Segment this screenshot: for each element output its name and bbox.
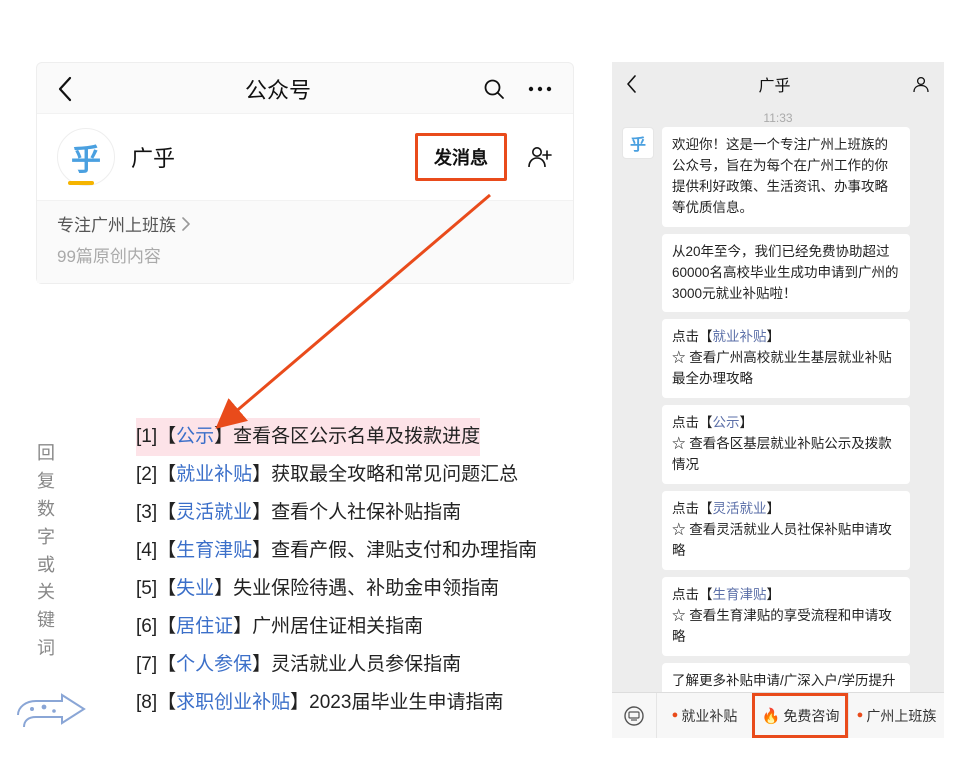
reply-item-index: [4] (136, 540, 157, 561)
message-text: 从20年至今，我们已经免费协助超过60000名高校毕业生成功申请到广州的3000… (672, 244, 899, 301)
reply-item-text: 查看产假、津贴支付和办理指南 (271, 540, 537, 561)
account-tagline-row[interactable]: 专注广州上班族 (57, 211, 553, 236)
keyboard-toggle-icon[interactable] (612, 705, 656, 727)
reply-item-index: [8] (136, 692, 157, 713)
keyword-reply-item[interactable]: [8]【求职创业补贴】2023届毕业生申请指南 (136, 684, 537, 722)
decorative-cheese-arrow-icon (14, 691, 94, 744)
send-message-button[interactable]: 发消息 (415, 133, 507, 181)
chat-message: 了解更多补贴申请/广深入户/学历提升等资讯，可直接联系我们咨询♡ (622, 663, 934, 692)
reply-item-index: [2] (136, 464, 157, 485)
reply-item-keyword: 灵活就业 (176, 502, 252, 523)
message-text: 点击【 (672, 501, 713, 516)
keyword-reply-item[interactable]: [1]【公示】查看各区公示名单及拨款进度 (136, 418, 480, 456)
message-text: 点击【 (672, 415, 713, 430)
chat-message: 从20年至今，我们已经免费协助超过60000名高校毕业生成功申请到广州的3000… (622, 234, 934, 313)
chat-avatar[interactable]: 乎 (622, 127, 654, 159)
menu-item-label: 就业补贴 (681, 706, 737, 726)
keyword-reply-item[interactable]: [2]【就业补贴】获取最全攻略和常见问题汇总 (136, 456, 537, 494)
chat-timestamp: 11:33 (612, 106, 944, 127)
back-icon[interactable] (626, 75, 637, 93)
avatar-glyph: 乎 (71, 135, 101, 179)
keyword-reply-item[interactable]: [3]【灵活就业】查看个人社保补贴指南 (136, 494, 537, 532)
reply-item-index: [6] (136, 616, 157, 637)
keyword-reply-item[interactable]: [7]【个人参保】灵活就业人员参保指南 (136, 646, 537, 684)
reply-item-keyword: 就业补贴 (176, 464, 252, 485)
menu-dot-icon: ● (672, 709, 679, 721)
reply-item-text: 广州居住证相关指南 (252, 616, 423, 637)
header-title: 公众号 (245, 73, 311, 105)
reply-item-index: [5] (136, 578, 157, 599)
reply-item-text: 查看各区公示名单及拨款进度 (233, 426, 480, 447)
message-link[interactable]: 生育津贴 (713, 587, 767, 602)
message-text: 了解更多补贴申请/广深入户/学历提升等资讯，可直接联系我们咨询♡ (672, 673, 896, 692)
message-bubble: 了解更多补贴申请/广深入户/学历提升等资讯，可直接联系我们咨询♡ (662, 663, 910, 692)
chat-menu-item[interactable]: ●广州上班族 (848, 693, 944, 738)
reply-item-keyword: 居住证 (176, 616, 233, 637)
chat-message: 乎欢迎你！这是一个专注广州上班族的公众号，旨在为每个在广州工作的你提供利好政策、… (622, 127, 934, 227)
reply-item-text: 查看个人社保补贴指南 (271, 502, 461, 523)
reply-item-text: 获取最全攻略和常见问题汇总 (271, 464, 518, 485)
chat-title: 广乎 (758, 72, 790, 96)
chat-message: 点击【生育津贴】☆ 查看生育津贴的享受流程和申请攻略 (622, 577, 934, 656)
chevron-right-icon (182, 217, 190, 231)
chat-menu-item[interactable]: 🔥免费咨询 (752, 693, 848, 738)
menu-item-label: 免费咨询 (783, 706, 839, 726)
chat-screen: 广乎 11:33 乎欢迎你！这是一个专注广州上班族的公众号，旨在为每个在广州工作… (612, 62, 944, 738)
official-account-card: 公众号 乎 广乎 发消息 专注广州上 (36, 62, 574, 284)
official-account-footer: 专注广州上班族 99篇原创内容 (37, 200, 573, 283)
chat-menu-item[interactable]: ●就业补贴 (656, 693, 752, 738)
menu-item-label: 广州上班族 (866, 706, 936, 726)
reply-item-index: [7] (136, 654, 157, 675)
message-text: 点击【 (672, 587, 713, 602)
add-friend-icon[interactable] (527, 145, 553, 169)
reply-item-text: 灵活就业人员参保指南 (271, 654, 461, 675)
chat-message: 点击【就业补贴】☆ 查看广州高校就业生基层就业补贴最全办理攻略 (622, 319, 934, 398)
message-bubble: 欢迎你！这是一个专注广州上班族的公众号，旨在为每个在广州工作的你提供利好政策、生… (662, 127, 910, 227)
account-avatar[interactable]: 乎 (57, 128, 115, 186)
reply-item-index: [3] (136, 502, 157, 523)
message-bubble: 点击【公示】☆ 查看各区基层就业补贴公示及拨款情况 (662, 405, 910, 484)
chat-message: 点击【灵活就业】☆ 查看灵活就业人员社保补贴申请攻略 (622, 491, 934, 570)
chat-header: 广乎 (612, 62, 944, 106)
chat-bottom-menu: ●就业补贴🔥免费咨询●广州上班族 (612, 692, 944, 738)
account-name[interactable]: 广乎 (131, 141, 175, 173)
message-link[interactable]: 公示 (713, 415, 740, 430)
chat-message-list: 乎欢迎你！这是一个专注广州上班族的公众号，旨在为每个在广州工作的你提供利好政策、… (612, 127, 944, 692)
message-link[interactable]: 就业补贴 (713, 329, 767, 344)
message-bubble: 从20年至今，我们已经免费协助超过60000名高校毕业生成功申请到广州的3000… (662, 234, 910, 313)
message-text: 欢迎你！这是一个专注广州上班族的公众号，旨在为每个在广州工作的你提供利好政策、生… (672, 137, 888, 215)
account-article-count: 99篇原创内容 (57, 242, 553, 267)
reply-item-keyword: 失业 (176, 578, 214, 599)
message-link[interactable]: 灵活就业 (713, 501, 767, 516)
keyword-reply-item[interactable]: [5]【失业】失业保险待遇、补助金申领指南 (136, 570, 537, 608)
keyword-reply-item[interactable]: [6]【居住证】广州居住证相关指南 (136, 608, 537, 646)
message-bubble: 点击【就业补贴】☆ 查看广州高校就业生基层就业补贴最全办理攻略 (662, 319, 910, 398)
reply-item-keyword: 个人参保 (176, 654, 252, 675)
reply-item-index: [1] (136, 426, 157, 447)
reply-item-keyword: 生育津贴 (176, 540, 252, 561)
reply-item-text: 失业保险待遇、补助金申领指南 (233, 578, 499, 599)
message-bubble: 点击【生育津贴】☆ 查看生育津贴的享受流程和申请攻略 (662, 577, 910, 656)
reply-item-text: 2023届毕业生申请指南 (309, 692, 503, 713)
reply-item-keyword: 求职创业补贴 (176, 692, 290, 713)
fire-icon: 🔥 (762, 707, 781, 725)
message-text: 点击【 (672, 329, 713, 344)
official-account-body: 乎 广乎 发消息 (37, 113, 573, 200)
back-icon[interactable] (57, 76, 73, 102)
reply-instruction-label: 回复数字或关键词 (36, 440, 56, 663)
account-tagline: 专注广州上班族 (57, 211, 176, 236)
search-icon[interactable] (483, 78, 505, 100)
more-icon[interactable] (527, 85, 553, 93)
keyword-reply-item[interactable]: [4]【生育津贴】查看产假、津贴支付和办理指南 (136, 532, 537, 570)
message-bubble: 点击【灵活就业】☆ 查看灵活就业人员社保补贴申请攻略 (662, 491, 910, 570)
menu-dot-icon: ● (857, 709, 864, 721)
profile-icon[interactable] (912, 75, 930, 93)
reply-item-keyword: 公示 (176, 426, 214, 447)
keyword-reply-list: [1]【公示】查看各区公示名单及拨款进度[2]【就业补贴】获取最全攻略和常见问题… (136, 418, 537, 722)
official-account-header: 公众号 (37, 63, 573, 113)
chat-message: 点击【公示】☆ 查看各区基层就业补贴公示及拨款情况 (622, 405, 934, 484)
